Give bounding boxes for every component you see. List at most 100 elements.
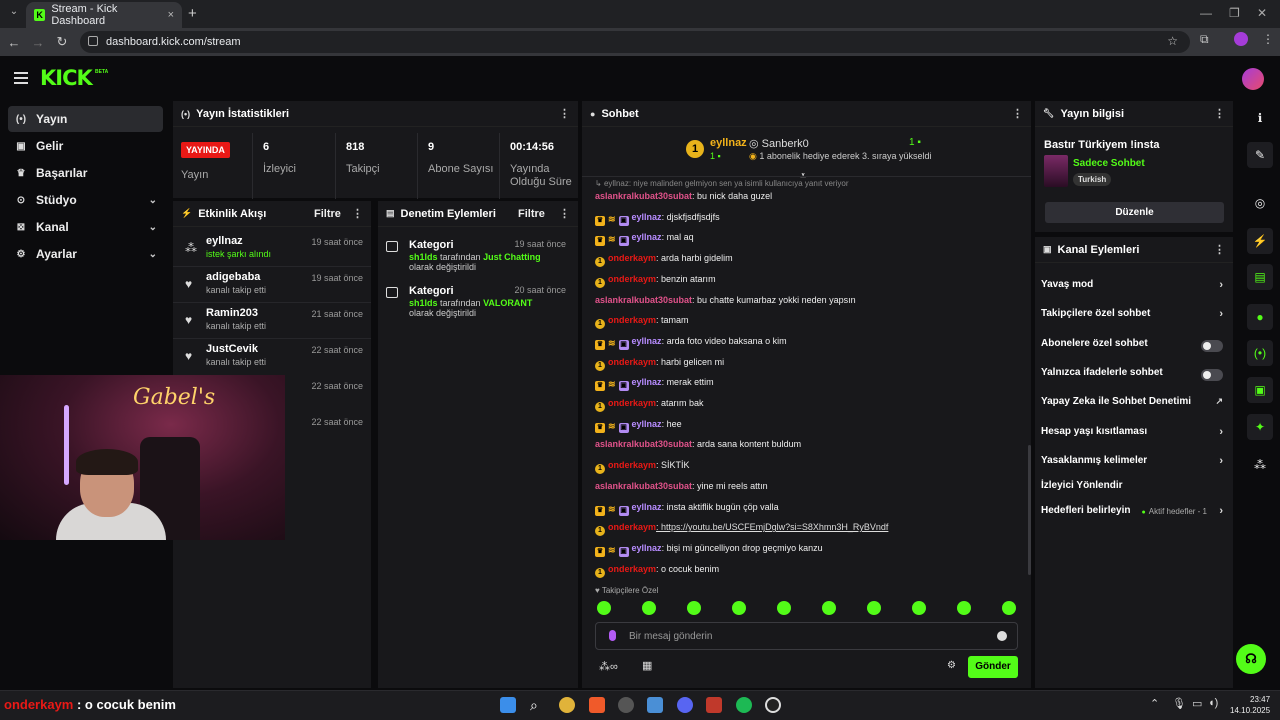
emote-icon[interactable] [642,601,656,615]
activity-user[interactable]: adigebaba [206,271,260,283]
browser-tab[interactable]: K Stream - Kick Dashboard × [26,2,182,28]
chat-username[interactable]: aslankralkubat30subat [595,295,692,305]
kick-points-icon[interactable]: ⁂∞ [599,660,618,673]
subscribers-only-toggle[interactable] [1201,340,1223,352]
host-row[interactable]: İzleyici Yönlendir [1041,480,1229,500]
pencil-icon[interactable]: ✎ [1247,142,1273,168]
chat-scrollbar[interactable] [1028,445,1031,575]
microphone-icon[interactable] [609,630,616,641]
menu-icon[interactable] [14,72,28,84]
emote-icon[interactable] [912,601,926,615]
bookmark-star-icon[interactable]: ☆ [1167,34,1178,48]
sidebar-item-studyo[interactable]: ⊙ Stüdyo ⌄ [8,187,163,213]
activity-user[interactable]: eyllnaz [206,235,243,247]
broadcast-icon[interactable]: (•) [1247,340,1273,366]
emoji-icon[interactable] [997,631,1007,641]
sidebar-item-kanal[interactable]: ⊠ Kanal ⌄ [8,214,163,240]
external-link-icon[interactable]: ↗ [1215,396,1223,407]
chevron-down-icon[interactable]: ⌄ [149,222,157,233]
extensions-icon[interactable]: ⧉ [1200,32,1209,47]
avatar[interactable] [1242,68,1264,90]
send-button[interactable]: Gönder [968,656,1018,678]
chevron-right-icon[interactable]: › [1219,426,1223,438]
chat-username[interactable]: eyllnaz [632,212,662,222]
store-icon[interactable]: ▦ [642,659,652,672]
chat-username[interactable]: onderkaym [608,274,656,284]
chat-username[interactable]: eyllnaz [632,419,662,429]
chat-username[interactable]: onderkaym [608,522,656,532]
followers-only-row[interactable]: Takipçilere özel sohbet › [1041,308,1229,328]
chevron-right-icon[interactable]: › [1219,455,1223,467]
close-window-icon[interactable]: ✕ [1257,6,1267,20]
emote-icon[interactable] [957,601,971,615]
emote-icon[interactable] [1002,601,1016,615]
more-options-icon[interactable]: ⋮ [352,207,363,220]
more-options-icon[interactable]: ⋮ [1012,107,1023,120]
network-icon[interactable]: ▭ [1192,697,1202,710]
reload-icon[interactable]: ↻ [50,34,74,50]
more-options-icon[interactable]: ⋮ [559,107,570,120]
chat-username[interactable]: eyllnaz [632,502,662,512]
moderator-name[interactable]: sh1lds [409,252,438,262]
chrome-icon[interactable] [559,697,575,713]
browser-menu-icon[interactable]: ⋮ [1262,32,1274,46]
new-tab-button[interactable]: + [188,5,197,22]
sidebar-item-yayin[interactable]: (•) Yayın [8,106,163,132]
app-icon[interactable] [618,697,634,713]
activity-user[interactable]: Ramin203 [206,307,258,319]
help-icon[interactable]: ☊ [1236,644,1266,674]
sidebar-item-ayarlar[interactable]: ⚙ Ayarlar ⌄ [8,241,163,267]
info-icon[interactable]: ℹ [1247,105,1273,131]
chat-username[interactable]: aslankralkubat30subat [595,191,692,201]
chat-username[interactable]: aslankralkubat30subat [595,439,692,449]
activity-user[interactable]: JustCevik [206,343,258,355]
volume-icon[interactable]: ◖) [1208,697,1218,709]
app-icon[interactable] [706,697,722,713]
emote-icon[interactable] [867,601,881,615]
leader-user[interactable]: eyllnaz [710,137,747,149]
maximize-icon[interactable]: ❐ [1229,6,1240,20]
stream-info-icon[interactable]: ▣ [1247,377,1273,403]
chat-settings-icon[interactable]: ⚙ [947,660,956,671]
chevron-down-icon[interactable]: ⌄ [149,195,157,206]
chat-username[interactable]: onderkaym [608,398,656,408]
filter-button[interactable]: Filtre [518,208,545,220]
chevron-right-icon[interactable]: › [1219,279,1223,291]
chat-username[interactable]: eyllnaz [632,543,662,553]
chat-input[interactable]: Bir mesaj gönderin [595,622,1018,650]
camera-icon[interactable]: ◎ [1247,190,1273,216]
chat-username[interactable]: eyllnaz [632,336,662,346]
slow-mode-row[interactable]: Yavaş mod › [1041,279,1229,299]
edit-stream-button[interactable]: Düzenle [1045,202,1224,223]
emote-icon[interactable] [822,601,836,615]
tray-chevron-icon[interactable]: ⌃ [1150,697,1159,710]
kick-icon[interactable]: ⁂ [1247,452,1273,478]
address-bar[interactable]: dashboard.kick.com/stream ☆ [80,31,1190,53]
emote-icon[interactable] [687,601,701,615]
emote-icon[interactable] [732,601,746,615]
emote-icon[interactable] [777,601,791,615]
chat-username[interactable]: eyllnaz [632,232,662,242]
chat-username[interactable]: onderkaym [608,460,656,470]
lightning-icon[interactable]: ⚡ [1247,228,1273,254]
emote-icon[interactable] [597,601,611,615]
brave-icon[interactable] [589,697,605,713]
goals-row[interactable]: Hedefleri belirleyinAktif hedefler - 1› [1041,505,1229,525]
site-info-icon[interactable] [88,36,98,46]
tab-search-icon[interactable]: ⌄ [6,6,22,22]
close-tab-icon[interactable]: × [168,9,174,21]
obs-icon[interactable] [765,697,781,713]
moderator-name[interactable]: sh1lds [409,298,438,308]
windows-start-icon[interactable] [500,697,516,713]
chat-username[interactable]: eyllnaz [632,377,662,387]
chevron-right-icon[interactable]: › [1219,308,1223,320]
ai-moderation-row[interactable]: Yapay Zeka ile Sohbet Denetimi ↗ [1041,396,1229,416]
profile-avatar-icon[interactable] [1234,32,1248,46]
filter-button[interactable]: Filtre [314,208,341,220]
account-age-row[interactable]: Hesap yaşı kısıtlaması › [1041,426,1229,446]
more-options-icon[interactable]: ⋮ [559,207,570,220]
emotes-only-toggle[interactable] [1201,369,1223,381]
chat-username[interactable]: onderkaym [608,315,656,325]
chat-username[interactable]: aslankralkubat30subat [595,481,692,491]
kick-logo[interactable]: KICK [40,66,93,90]
